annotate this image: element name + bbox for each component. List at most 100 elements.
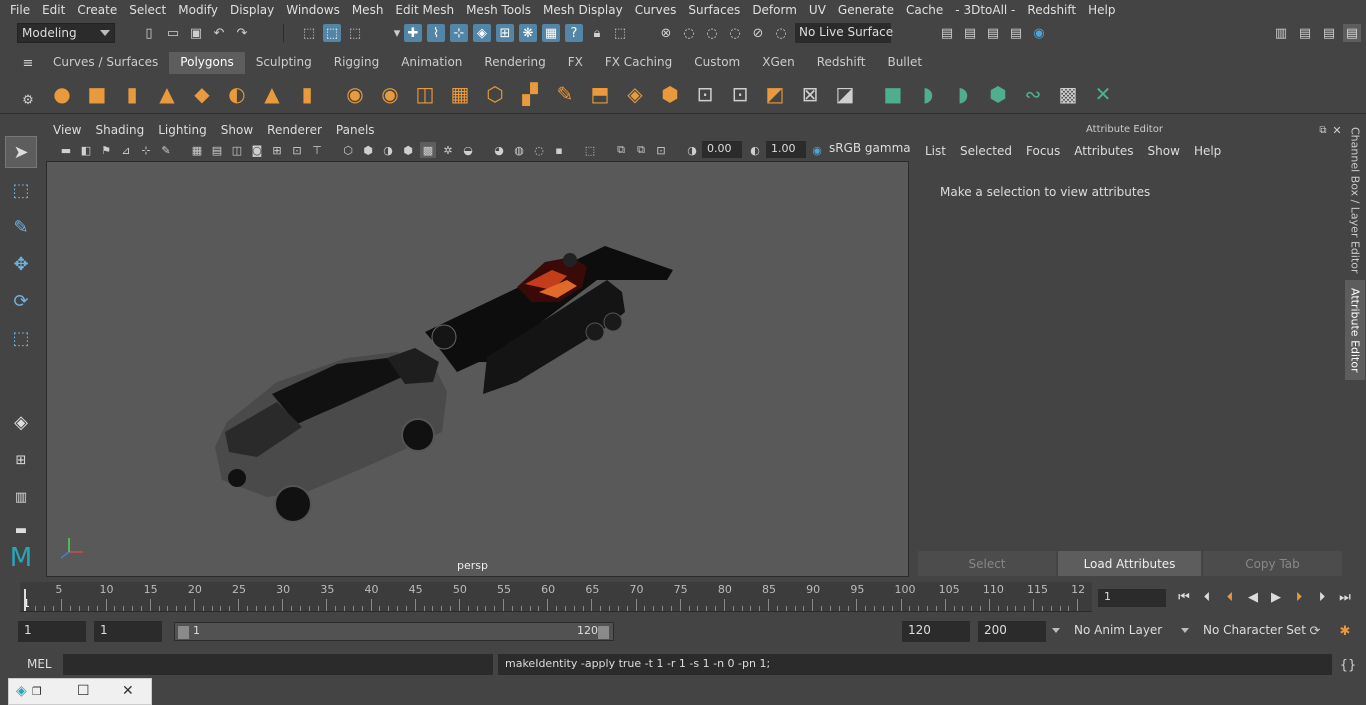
magnet-icon[interactable]: ◌ xyxy=(703,24,721,42)
step-forward-key-icon[interactable]: ⏵ xyxy=(1313,588,1331,606)
single-perspective-layout-icon[interactable]: ◈ xyxy=(5,406,37,438)
ae-menu-list[interactable]: List xyxy=(918,144,953,162)
paint-select-icon[interactable]: ◌ xyxy=(680,24,698,42)
snap-point-icon[interactable]: ⊹ xyxy=(450,24,468,42)
shelf-tab-animation[interactable]: Animation xyxy=(390,52,473,74)
open-scene-icon[interactable]: ▭ xyxy=(164,24,182,42)
playback-end-field[interactable]: 120 xyxy=(902,621,970,642)
undo-icon[interactable]: ↶ xyxy=(210,24,228,42)
shelf-tab-xgen[interactable]: XGen xyxy=(751,52,806,74)
separate-icon[interactable]: ◉ xyxy=(376,80,404,108)
character-set-dropdown[interactable]: No Character Set xyxy=(1199,621,1310,642)
step-back-frame-icon[interactable]: ⏴ xyxy=(1221,588,1239,606)
extrude-icon[interactable]: ⬡ xyxy=(481,80,509,108)
select-tool-icon[interactable]: ➤ xyxy=(5,136,37,168)
bookmark-icon[interactable]: ⚑ xyxy=(98,142,114,158)
shelf-tab-polygons[interactable]: Polygons xyxy=(169,52,245,74)
ambient-occlusion-icon[interactable]: ◕ xyxy=(491,142,507,158)
history-icon[interactable]: ⬚ xyxy=(611,24,629,42)
uv-planar-icon[interactable]: ■ xyxy=(879,80,907,108)
viewport-menu-shading[interactable]: Shading xyxy=(88,123,151,137)
pyramid-icon[interactable]: ▲ xyxy=(258,80,286,108)
cylinder-icon[interactable]: ▮ xyxy=(118,80,146,108)
viewport-menu-show[interactable]: Show xyxy=(214,123,260,137)
paint-select-tool-icon[interactable]: ✎ xyxy=(5,211,37,243)
append-icon[interactable]: ⬢ xyxy=(656,80,684,108)
shelf-tab-rigging[interactable]: Rigging xyxy=(323,52,390,74)
camera-attributes-icon[interactable]: ◧ xyxy=(78,142,94,158)
select-hierarchy-icon[interactable]: ⬚ xyxy=(300,24,318,42)
menu-edit[interactable]: Edit xyxy=(36,3,71,17)
animation-prefs-icon[interactable]: ✱ xyxy=(1336,622,1354,640)
cone-icon[interactable]: ▲ xyxy=(153,80,181,108)
sphere-icon[interactable]: ● xyxy=(48,80,76,108)
uv-spherical-icon[interactable]: ◗ xyxy=(949,80,977,108)
channel-box-toggle-icon[interactable]: ▤ xyxy=(1343,24,1361,42)
two-d-pan-icon[interactable]: ⊹ xyxy=(138,142,154,158)
dof-icon[interactable]: ▪ xyxy=(551,142,567,158)
gamma-icon[interactable]: ◐ xyxy=(747,142,763,158)
snap-grid-icon[interactable]: ✚ xyxy=(404,24,422,42)
go-to-end-icon[interactable]: ⏭ xyxy=(1336,588,1354,606)
lasso-icon[interactable]: ⊗ xyxy=(657,24,675,42)
menu-file[interactable]: File xyxy=(4,3,36,17)
viewport-menu-view[interactable]: View xyxy=(46,123,88,137)
mirror-icon[interactable]: ◫ xyxy=(411,80,439,108)
make-live-icon[interactable]: ❋ xyxy=(519,24,537,42)
help-icon[interactable]: ? xyxy=(565,24,583,42)
field-chart-icon[interactable]: ⊞ xyxy=(269,142,285,158)
ipr-render-icon[interactable]: ▤ xyxy=(984,24,1002,42)
lock-icon[interactable]: 🔒︎ xyxy=(588,24,606,42)
go-to-start-icon[interactable]: ⏮ xyxy=(1175,588,1193,606)
shelf-tab-redshift[interactable]: Redshift xyxy=(806,52,877,74)
view-transform-label[interactable]: sRGB gamma xyxy=(829,141,911,158)
menu-create[interactable]: Create xyxy=(71,3,123,17)
combine-icon[interactable]: ◉ xyxy=(341,80,369,108)
script-editor-icon[interactable]: {} xyxy=(1339,656,1357,674)
save-scene-icon[interactable]: ▣ xyxy=(187,24,205,42)
outliner-toggle-icon[interactable]: ▤ xyxy=(1296,24,1314,42)
maximize-icon[interactable]: ☐ xyxy=(77,683,90,699)
tab-channel-box[interactable]: Channel Box / Layer Editor xyxy=(1345,127,1365,274)
menu-windows[interactable]: Windows xyxy=(280,3,346,17)
copy-tab-button[interactable]: Copy Tab xyxy=(1203,551,1342,576)
antialias-icon[interactable]: ◌ xyxy=(531,142,547,158)
menu-help[interactable]: Help xyxy=(1082,3,1121,17)
restore-icon[interactable]: ❐ xyxy=(32,685,42,698)
wireframe-on-shaded-icon[interactable]: ⬢ xyxy=(400,142,416,158)
xray-icon[interactable]: ▩ xyxy=(420,142,436,158)
select-component-icon[interactable]: ⬚ xyxy=(346,24,364,42)
anim-layer-dropdown[interactable]: No Anim Layer xyxy=(1070,621,1166,642)
symmetry-icon[interactable]: ◌ xyxy=(772,24,790,42)
ae-menu-focus[interactable]: Focus xyxy=(1019,144,1067,162)
target-weld-icon[interactable]: ⬒ xyxy=(586,80,614,108)
image-plane-icon[interactable]: ⊿ xyxy=(118,142,134,158)
film-gate-icon[interactable]: ▤ xyxy=(209,142,225,158)
multicut-icon[interactable]: ✎ xyxy=(551,80,579,108)
isolate-select-icon[interactable]: ⬚ xyxy=(582,142,598,158)
menu-uv[interactable]: UV xyxy=(803,3,832,17)
lighting-icon[interactable]: ✲ xyxy=(440,142,456,158)
camera-select-icon[interactable]: ▬ xyxy=(58,142,74,158)
viewport-menu-panels[interactable]: Panels xyxy=(329,123,382,137)
playback-start-field[interactable]: 1 xyxy=(94,621,162,642)
menu-mesh-tools[interactable]: Mesh Tools xyxy=(460,3,537,17)
smooth-shade-icon[interactable]: ⬢ xyxy=(360,142,376,158)
uv-layout-icon[interactable]: ✕ xyxy=(1089,80,1117,108)
uv-auto-icon[interactable]: ⬢ xyxy=(984,80,1012,108)
persp-outliner-layout-icon[interactable]: ▥ xyxy=(5,481,37,513)
new-scene-icon[interactable]: ▯ xyxy=(140,24,158,42)
smooth-icon[interactable]: ▦ xyxy=(446,80,474,108)
hud-icon[interactable]: ⊡ xyxy=(653,142,669,158)
checker-icon[interactable]: ▩ xyxy=(1054,80,1082,108)
step-back-key-icon[interactable]: ⏴ xyxy=(1198,588,1216,606)
animation-end-field[interactable]: 200 xyxy=(978,621,1046,642)
cube-icon[interactable]: ■ xyxy=(83,80,111,108)
menu-redshift[interactable]: Redshift xyxy=(1021,3,1082,17)
select-button[interactable]: Select xyxy=(918,551,1056,576)
time-ruler[interactable]: 5 10 15 20 25 30 35 40 45 50 55 60 65 70 75 80 85 90 95 100… xyxy=(20,582,1092,612)
workspace-icon[interactable]: ▥ xyxy=(1272,24,1290,42)
scale-tool-icon[interactable]: ⬚ xyxy=(5,322,37,354)
hypershade-icon[interactable]: ◉ xyxy=(1030,24,1048,42)
command-input[interactable] xyxy=(63,654,493,675)
